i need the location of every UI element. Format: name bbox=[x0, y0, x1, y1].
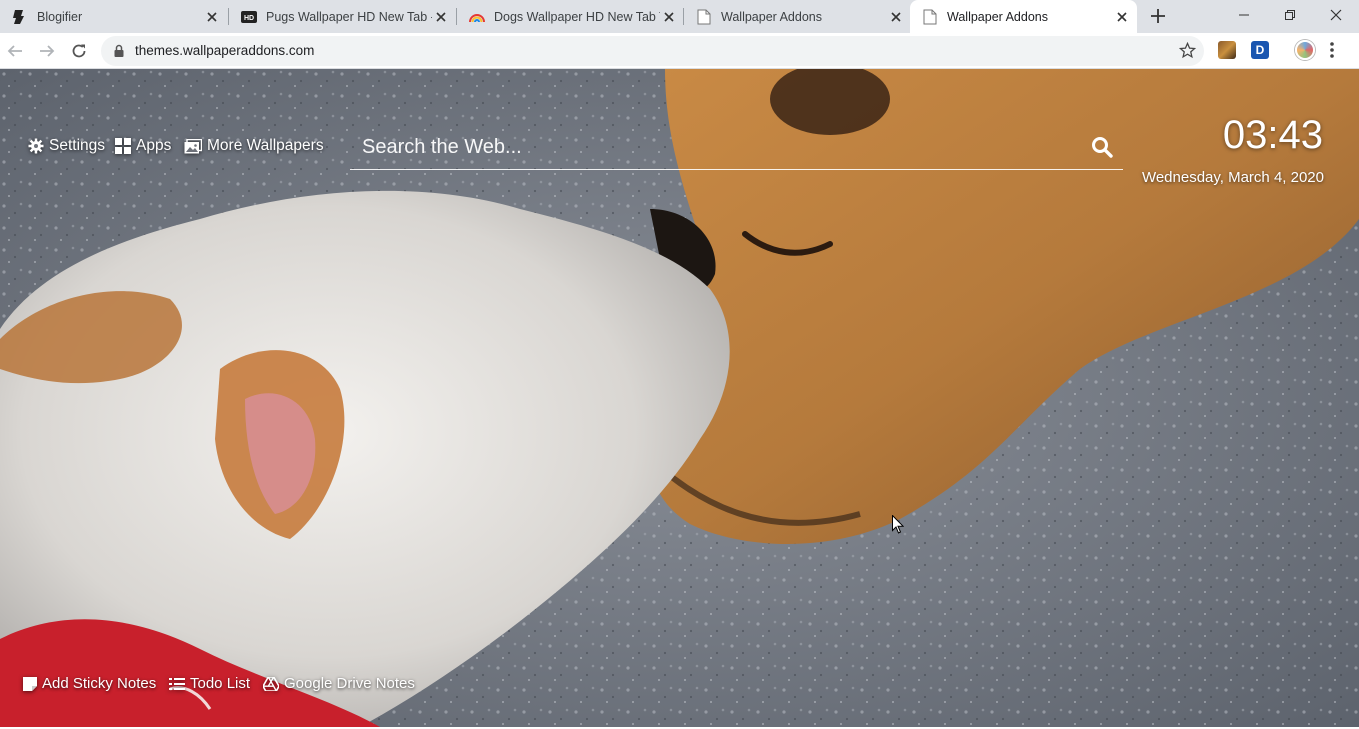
search-icon[interactable] bbox=[1091, 136, 1113, 163]
tab-title: Pugs Wallpaper HD New Tab - bbox=[266, 9, 432, 24]
tab-title: Blogifier bbox=[37, 9, 83, 24]
menu-kebab-icon[interactable] bbox=[1329, 39, 1335, 66]
page-icon bbox=[922, 9, 938, 25]
extension-d-icon[interactable]: D bbox=[1251, 41, 1269, 59]
new-tab-button[interactable] bbox=[1147, 5, 1169, 27]
google-drive-icon bbox=[263, 676, 279, 691]
apps-grid-icon bbox=[115, 138, 131, 154]
rainbow-icon bbox=[469, 9, 485, 25]
hd-icon: HD bbox=[241, 9, 257, 25]
clock-time: 03:43 bbox=[1222, 113, 1323, 157]
apps-label: Apps bbox=[136, 137, 172, 154]
blogifier-icon bbox=[12, 9, 28, 25]
close-window-button[interactable] bbox=[1313, 0, 1359, 30]
settings-link[interactable]: Settings bbox=[28, 137, 105, 155]
lock-icon bbox=[114, 44, 124, 62]
sticky-note-icon bbox=[23, 676, 37, 691]
settings-label: Settings bbox=[49, 137, 106, 154]
svg-text:HD: HD bbox=[244, 15, 254, 22]
more-wallpapers-link[interactable]: More Wallpapers bbox=[184, 137, 324, 155]
minimize-button[interactable] bbox=[1221, 0, 1267, 30]
images-icon bbox=[184, 138, 202, 153]
url-text: themes.wallpaperaddons.com bbox=[135, 43, 315, 58]
forward-button[interactable] bbox=[33, 37, 61, 65]
close-tab-icon[interactable] bbox=[660, 8, 678, 26]
search-box bbox=[350, 125, 1123, 170]
tab-title: Wallpaper Addons bbox=[721, 9, 822, 24]
todo-list-link[interactable]: Todo List bbox=[169, 675, 250, 692]
google-drive-notes-link[interactable]: Google Drive Notes bbox=[263, 675, 415, 692]
address-bar[interactable]: themes.wallpaperaddons.com bbox=[101, 36, 1204, 66]
mouse-cursor-icon bbox=[892, 515, 904, 534]
list-icon bbox=[169, 677, 185, 690]
todo-list-label: Todo List bbox=[190, 675, 251, 692]
tab-title: Dogs Wallpaper HD New Tab T bbox=[494, 9, 660, 24]
tab-title: Wallpaper Addons bbox=[947, 9, 1048, 24]
sticky-notes-label: Add Sticky Notes bbox=[42, 675, 157, 692]
drive-notes-label: Google Drive Notes bbox=[284, 675, 415, 692]
reload-button[interactable] bbox=[65, 37, 93, 65]
close-tab-icon[interactable] bbox=[203, 8, 221, 26]
tab-pugs-wallpaper[interactable]: HD Pugs Wallpaper HD New Tab - bbox=[229, 0, 456, 33]
clock-date: Wednesday, March 4, 2020 bbox=[1141, 169, 1324, 186]
close-tab-icon[interactable] bbox=[887, 8, 905, 26]
bookmark-star-icon[interactable] bbox=[1178, 41, 1197, 64]
tab-blogifier[interactable]: Blogifier bbox=[0, 0, 227, 33]
new-tab-page: Settings Apps More Wallpapers 03:43 Wedn… bbox=[0, 69, 1359, 727]
search-input[interactable] bbox=[350, 125, 1070, 169]
tab-dogs-wallpaper[interactable]: Dogs Wallpaper HD New Tab T bbox=[457, 0, 684, 33]
tab-strip: Blogifier HD Pugs Wallpaper HD New Tab -… bbox=[0, 0, 1359, 33]
close-tab-icon[interactable] bbox=[432, 8, 450, 26]
restore-button[interactable] bbox=[1267, 0, 1313, 30]
close-tab-icon[interactable] bbox=[1113, 8, 1131, 26]
page-icon bbox=[696, 9, 712, 25]
add-sticky-notes-link[interactable]: Add Sticky Notes bbox=[23, 675, 156, 692]
extension-wallpaper-icon[interactable] bbox=[1218, 41, 1236, 59]
more-wallpapers-label: More Wallpapers bbox=[207, 137, 324, 154]
browser-toolbar: themes.wallpaperaddons.com D bbox=[0, 33, 1359, 69]
back-button[interactable] bbox=[1, 37, 29, 65]
apps-link[interactable]: Apps bbox=[115, 137, 171, 155]
tab-wallpaper-addons-active[interactable]: Wallpaper Addons bbox=[910, 0, 1137, 33]
tab-wallpaper-addons[interactable]: Wallpaper Addons bbox=[684, 0, 911, 33]
gear-icon bbox=[28, 138, 44, 154]
profile-avatar[interactable] bbox=[1295, 40, 1315, 60]
